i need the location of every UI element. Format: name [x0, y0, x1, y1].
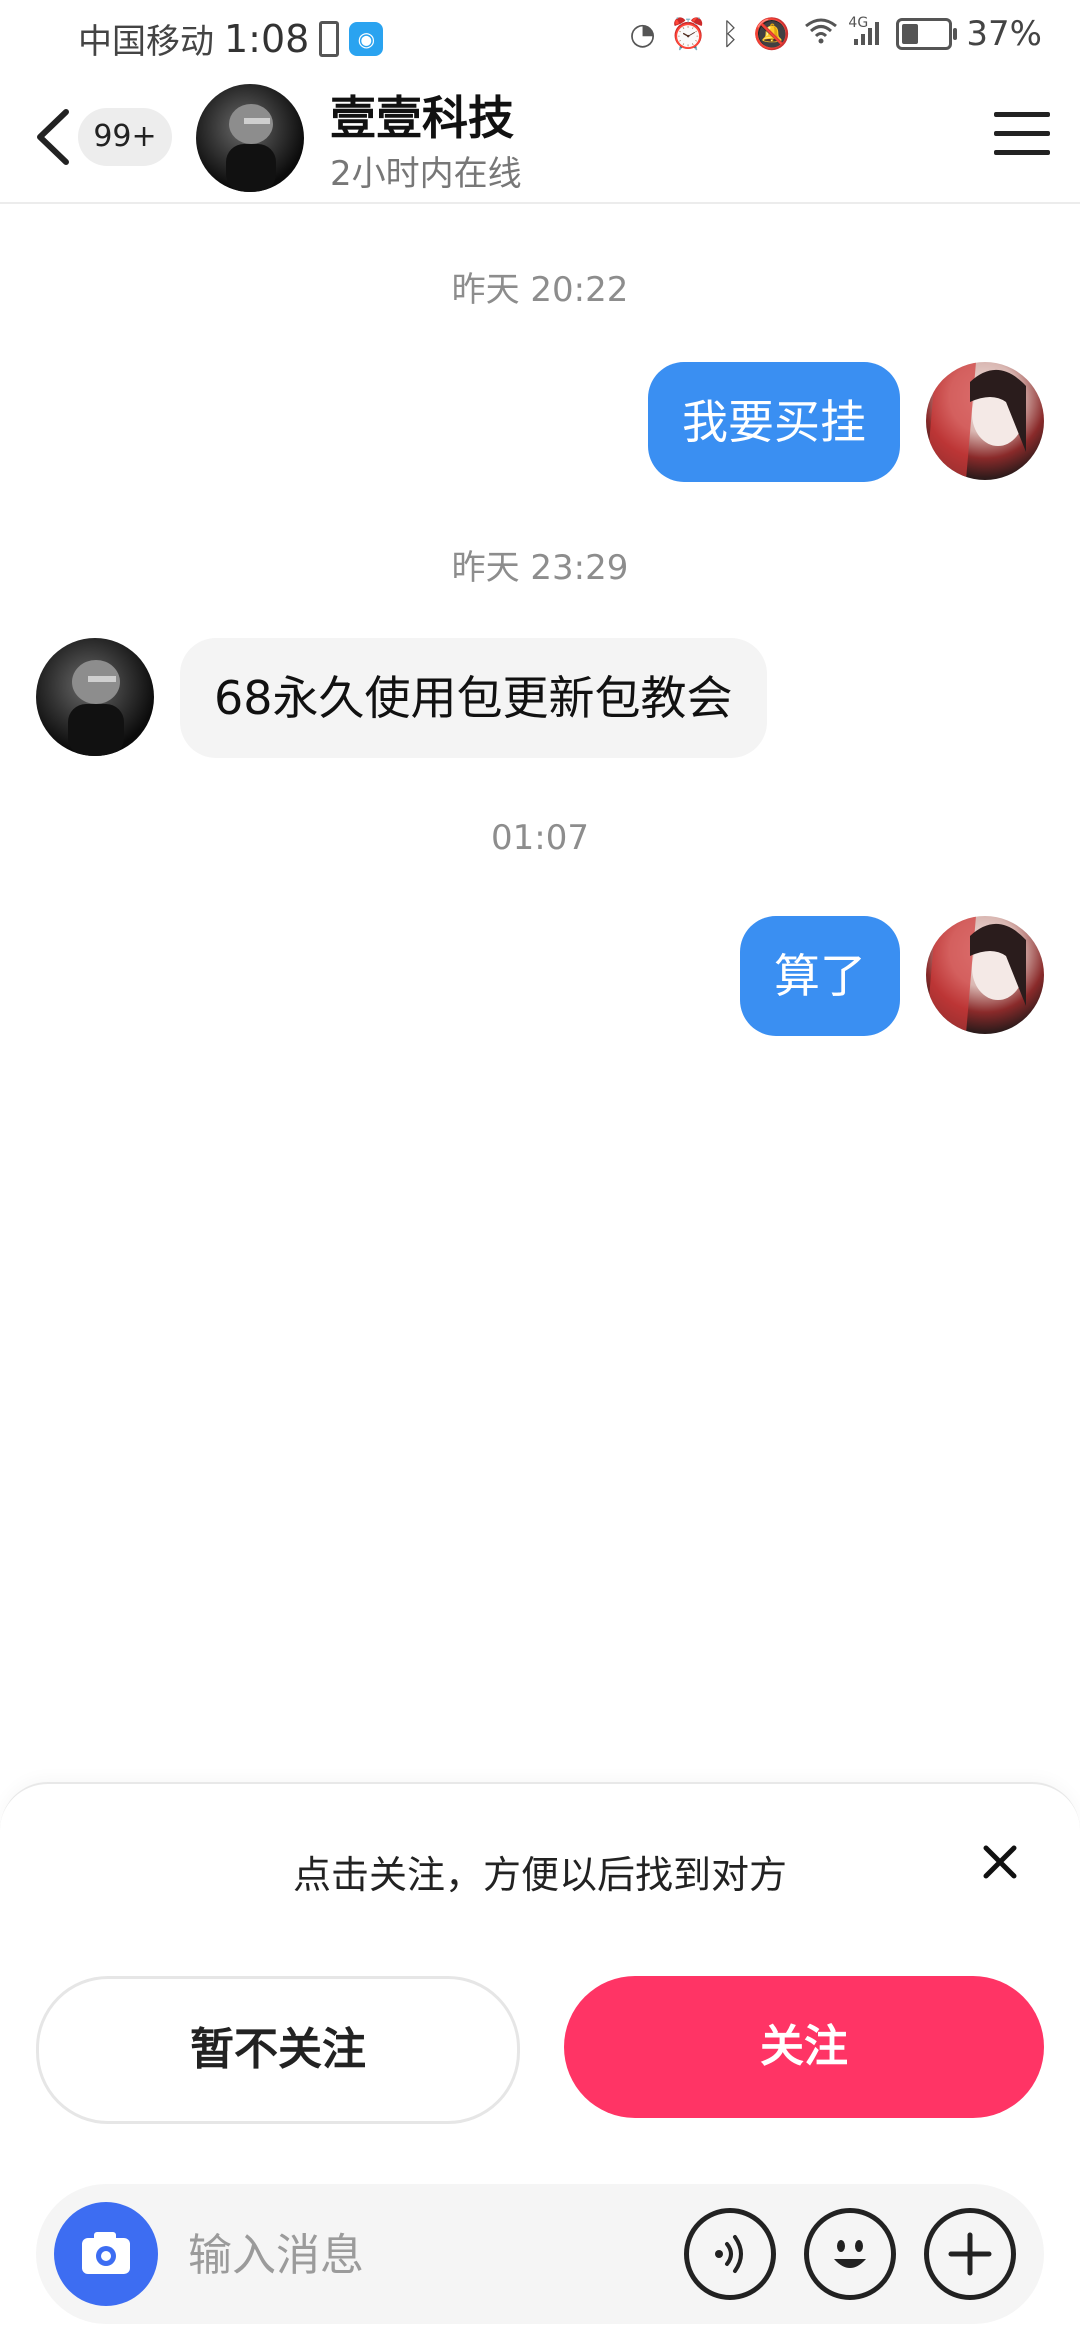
chevron-left-icon[interactable]: [28, 102, 78, 172]
app-notification-icon: ◉: [349, 21, 384, 56]
status-bar: 中国移动 1:08 ◉ ◔ ⏰ ᛒ 🔕 4G 37%: [0, 0, 1080, 74]
menu-line: [994, 150, 1050, 155]
dismiss-follow-button[interactable]: 暂不关注: [36, 1976, 520, 2124]
message-input-bar: [36, 2184, 1044, 2324]
plus-icon[interactable]: [924, 2208, 1016, 2300]
my-avatar[interactable]: [926, 362, 1044, 480]
contact-name: 壹壹科技: [330, 91, 514, 145]
status-left: 中国移动 1:08 ◉: [78, 14, 384, 63]
battery-fill: [902, 24, 919, 44]
mute-bell-icon: 🔕: [753, 16, 791, 52]
speedometer-icon: ◔: [629, 16, 656, 52]
chat-header: 99+ 壹壹科技 2小时内在线: [0, 74, 1080, 204]
message-timestamp: 01:07: [491, 818, 589, 858]
my-message-bubble[interactable]: 算了: [740, 916, 900, 1036]
my-message-bubble[interactable]: 我要买挂: [648, 362, 900, 482]
hamburger-menu-icon[interactable]: [994, 112, 1050, 156]
message-input[interactable]: [186, 2214, 670, 2296]
follow-prompt-text: 点击关注，方便以后找到对方: [292, 1853, 787, 1897]
clock: 1:08: [224, 16, 310, 61]
voice-icon[interactable]: [684, 2208, 776, 2300]
battery-percent: 37%: [966, 14, 1042, 54]
close-icon[interactable]: [980, 1842, 1020, 1882]
battery-saver-icon: [319, 20, 340, 57]
carrier-label: 中国移动: [78, 22, 214, 62]
bluetooth-icon: ᛒ: [721, 16, 740, 52]
wifi-icon: [804, 16, 838, 52]
message-timestamp: 昨天 20:22: [451, 270, 629, 310]
status-right: ◔ ⏰ ᛒ 🔕 4G 37%: [630, 14, 1042, 54]
contact-avatar[interactable]: [196, 84, 304, 192]
contact-online-status: 2小时内在线: [330, 154, 522, 194]
alarm-icon: ⏰: [669, 16, 708, 52]
contact-message-bubble[interactable]: 68永久使用包更新包教会: [180, 638, 767, 758]
contact-message-avatar[interactable]: [36, 638, 154, 756]
menu-line: [994, 131, 1050, 136]
camera-icon[interactable]: [54, 2202, 158, 2306]
emoji-icon[interactable]: [804, 2208, 896, 2300]
follow-button[interactable]: 关注: [564, 1976, 1044, 2118]
unread-badge[interactable]: 99+: [78, 108, 172, 166]
my-avatar[interactable]: [926, 916, 1044, 1034]
message-timestamp: 昨天 23:29: [451, 548, 629, 588]
signal-icon: 4G: [848, 15, 882, 50]
battery-icon: [896, 18, 958, 50]
menu-line: [994, 112, 1050, 117]
network-type-label: 4G: [848, 14, 869, 31]
